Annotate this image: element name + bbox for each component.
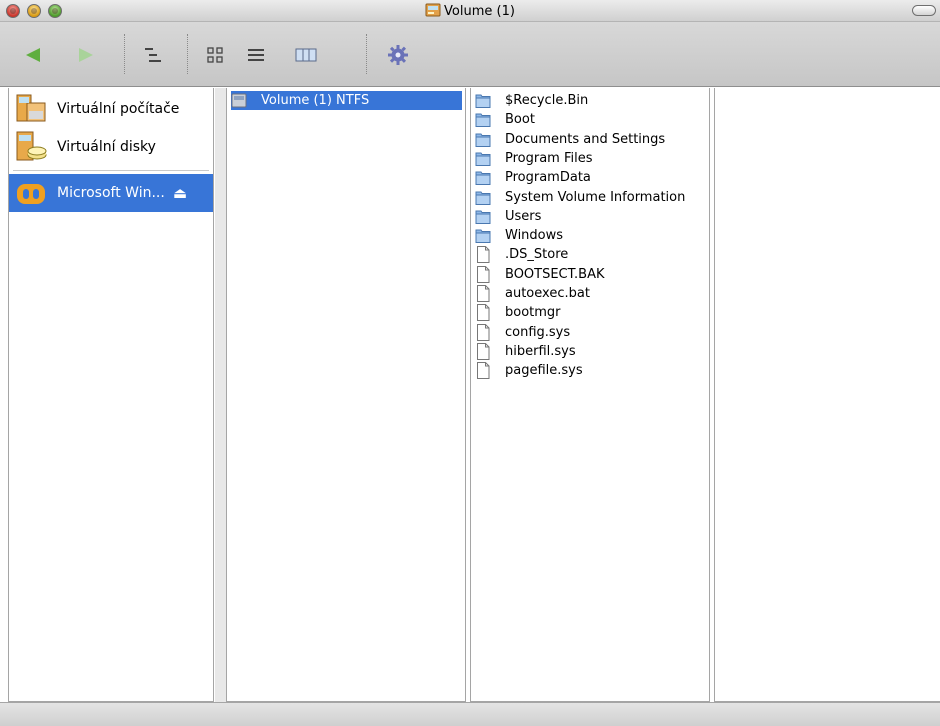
action-button[interactable] xyxy=(385,44,411,66)
file-name: BOOTSECT.BAK xyxy=(505,266,605,282)
icon-view-button[interactable] xyxy=(202,44,228,66)
file-row[interactable]: pagefile.sys xyxy=(475,361,706,380)
back-arrow-icon xyxy=(26,48,40,62)
column-view-icon xyxy=(295,48,317,62)
folder-icon xyxy=(475,171,491,186)
folder-icon xyxy=(475,191,491,205)
file-row[interactable]: BOOTSECT.BAK xyxy=(475,265,706,284)
folder-row[interactable]: Boot xyxy=(475,110,706,129)
folder-icon xyxy=(475,210,491,224)
folder-name: Users xyxy=(505,208,542,224)
folder-icon xyxy=(475,113,491,128)
folder-icon xyxy=(475,229,491,244)
folder-name: Program Files xyxy=(505,150,593,166)
virtual-disks-icon xyxy=(16,131,47,161)
file-icon xyxy=(477,362,490,380)
column-volumes: Volume (1) NTFS xyxy=(226,88,466,702)
toolbar-separator xyxy=(124,34,125,74)
folder-icon xyxy=(475,94,491,108)
file-row[interactable]: .DS_Store xyxy=(475,245,706,264)
file-name: hiberfil.sys xyxy=(505,343,576,359)
folder-row[interactable]: System Volume Information xyxy=(475,188,706,207)
sidebar-item-virtual-disks[interactable]: Virtuální disky xyxy=(9,128,213,166)
list-view-icon xyxy=(248,49,264,61)
file-icon xyxy=(477,285,490,302)
folder-name: System Volume Information xyxy=(505,189,686,205)
window-title-wrap: Volume (1) xyxy=(0,3,940,19)
folder-row[interactable]: Documents and Settings xyxy=(475,130,706,149)
file-row[interactable]: bootmgr xyxy=(475,303,706,322)
forward-button[interactable] xyxy=(73,44,99,66)
sidebar: Virtuální počítače Virtuální disky Micro… xyxy=(8,88,214,702)
list-view-button[interactable] xyxy=(243,44,269,66)
sidebar-item-label: Virtuální disky xyxy=(57,139,156,155)
folder-name: Windows xyxy=(505,228,564,244)
file-row[interactable]: autoexec.bat xyxy=(475,284,706,303)
eject-icon[interactable]: ⏏ xyxy=(173,184,187,202)
parallels-logo-icon xyxy=(17,184,45,204)
column-preview xyxy=(714,88,940,702)
sidebar-item-mounted-disk[interactable]: Microsoft Win... ⏏ xyxy=(9,174,213,212)
hierarchy-view-icon xyxy=(145,48,161,62)
hierarchy-view-button[interactable] xyxy=(140,44,166,66)
column-files: $Recycle.Bin Boot Documents and Settings Pr… xyxy=(470,88,710,702)
status-bar xyxy=(0,702,940,726)
folder-name: $Recycle.Bin xyxy=(505,93,589,108)
folder-row[interactable]: $Recycle.Bin xyxy=(475,91,706,110)
virtual-machines-icon xyxy=(16,94,46,122)
folder-icon xyxy=(475,133,491,147)
file-icon xyxy=(477,304,490,322)
file-row[interactable]: config.sys xyxy=(475,323,706,342)
file-name: config.sys xyxy=(505,324,571,340)
volume-icon xyxy=(231,93,247,108)
folder-row[interactable]: ProgramData xyxy=(475,168,706,187)
folder-row[interactable]: Windows xyxy=(475,226,706,245)
file-icon xyxy=(477,246,490,264)
volume-label: Volume (1) NTFS xyxy=(261,93,370,108)
sidebar-splitter[interactable] xyxy=(215,88,226,702)
toolbar xyxy=(0,22,940,87)
drive-icon xyxy=(425,3,441,17)
file-name: pagefile.sys xyxy=(505,363,583,379)
sidebar-item-virtual-machines[interactable]: Virtuální počítače xyxy=(9,90,213,128)
file-name: autoexec.bat xyxy=(505,286,590,301)
gear-icon xyxy=(388,45,408,65)
folder-row[interactable]: Users xyxy=(475,207,706,226)
window-title: Volume (1) xyxy=(444,4,515,19)
sidebar-divider xyxy=(13,170,209,171)
file-row[interactable]: hiberfil.sys xyxy=(475,342,706,361)
file-icon xyxy=(477,323,490,341)
sidebar-item-label: Microsoft Win... xyxy=(57,185,165,201)
title-bar: Volume (1) xyxy=(0,0,940,22)
file-icon xyxy=(477,265,490,283)
folder-name: Boot xyxy=(505,112,535,128)
folder-name: Documents and Settings xyxy=(505,131,666,147)
column-view-button[interactable] xyxy=(293,44,319,66)
folder-name: ProgramData xyxy=(505,170,591,186)
forward-arrow-icon xyxy=(79,48,93,62)
volume-row[interactable]: Volume (1) NTFS xyxy=(231,91,462,110)
file-name: .DS_Store xyxy=(505,247,569,263)
sidebar-item-label: Virtuální počítače xyxy=(57,101,180,117)
toolbar-separator xyxy=(366,34,367,74)
file-name: bootmgr xyxy=(505,305,561,321)
icon-view-icon xyxy=(207,47,223,63)
toolbar-toggle-button[interactable] xyxy=(912,5,936,16)
folder-row[interactable]: Program Files xyxy=(475,149,706,168)
file-icon xyxy=(477,342,490,360)
toolbar-separator xyxy=(187,34,188,74)
back-button[interactable] xyxy=(20,44,46,66)
folder-icon xyxy=(475,152,491,166)
